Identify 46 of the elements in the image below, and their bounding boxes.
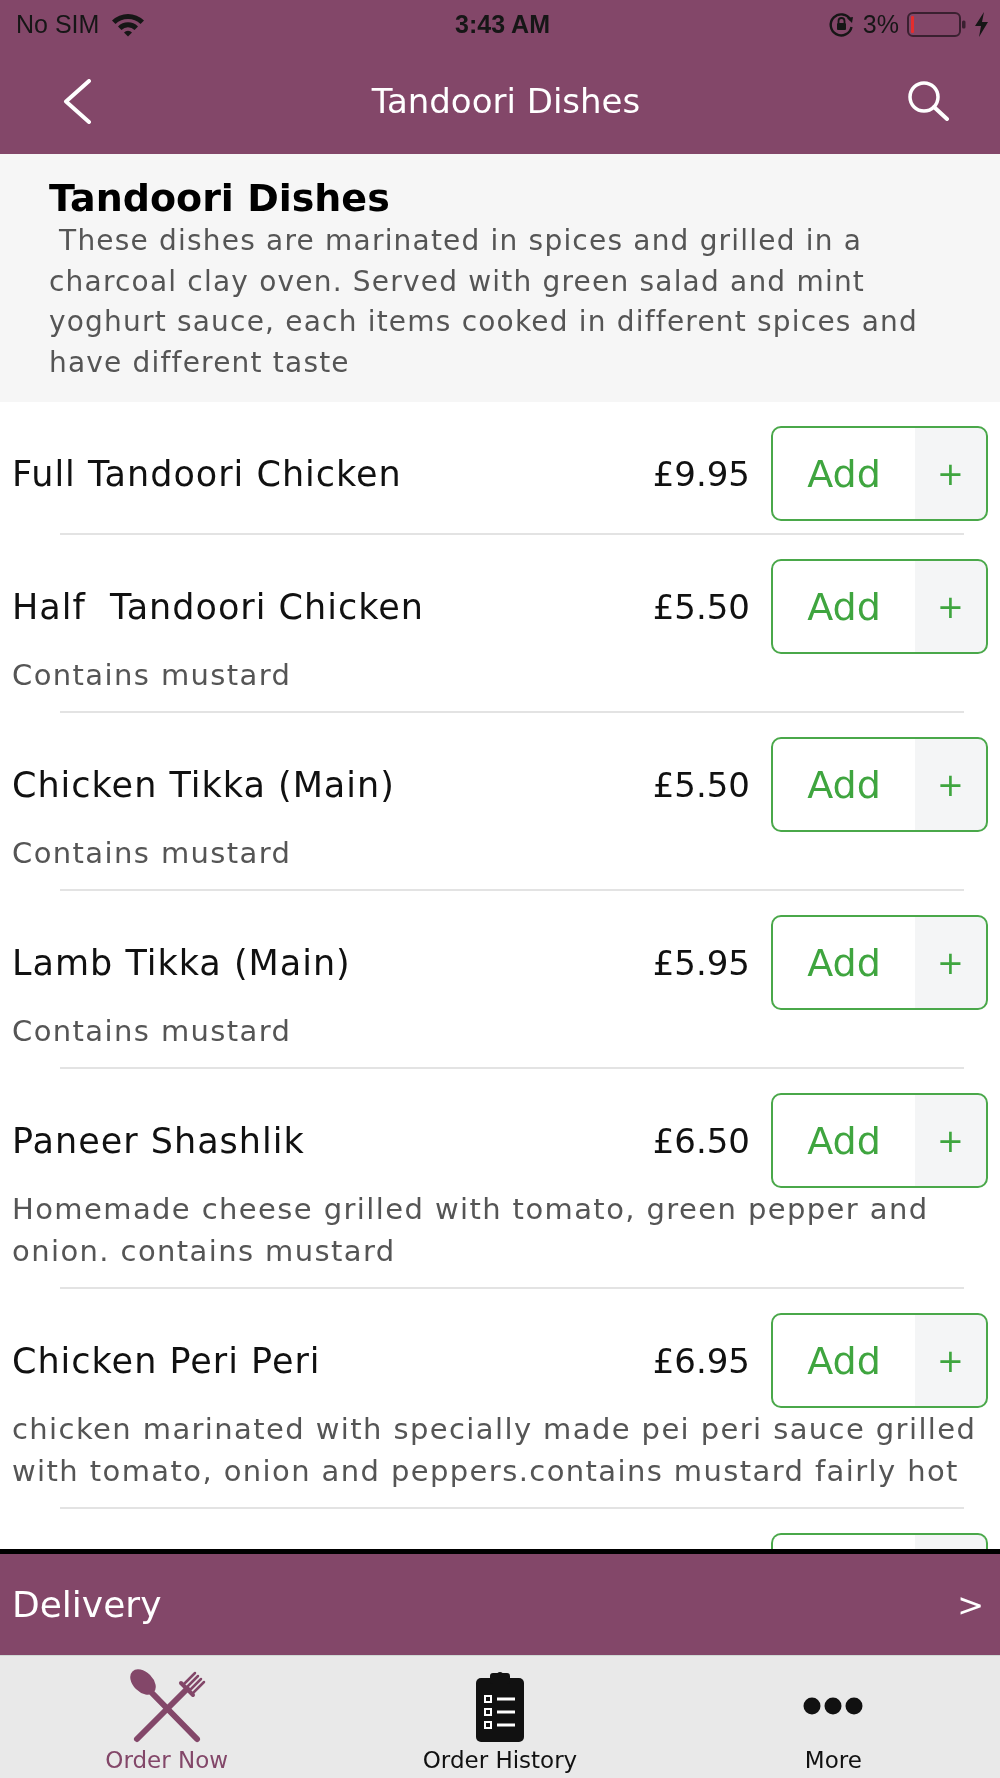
item-description: Contains mustard bbox=[12, 657, 293, 694]
item-description: Contains mustard bbox=[12, 1013, 293, 1050]
category-description: These dishes are marinated in spices and grilled in a charcoal clay oven. Served with green salad and mint yoghurt sauce, each items cooked in different spices and have different taste bbox=[49, 223, 919, 381]
search-icon bbox=[907, 81, 950, 121]
tab[interactable]: Order Now bbox=[0, 1656, 334, 1778]
delivery-bar[interactable]: Delivery > bbox=[0, 1549, 1000, 1655]
battery-icon bbox=[907, 11, 966, 37]
item-name: Paneer Shashlik bbox=[12, 1120, 306, 1161]
category-title: Tandoori Dishes bbox=[49, 175, 391, 221]
charging-bolt-icon bbox=[974, 11, 989, 37]
battery-percent-text: 3% bbox=[862, 9, 899, 39]
three-dots-icon bbox=[803, 1697, 864, 1715]
item-name: Lamb Tikka (Main) bbox=[12, 942, 352, 983]
add-button[interactable]: Add + bbox=[771, 737, 988, 832]
tab[interactable]: Order History bbox=[333, 1656, 667, 1778]
item-name: Chicken Peri Peri bbox=[12, 1340, 322, 1381]
add-button[interactable]: Add + bbox=[771, 1313, 988, 1408]
item-price: £5.50 bbox=[652, 764, 750, 805]
item-price: £6.50 bbox=[652, 1120, 750, 1161]
clock-text: 3:43 AM bbox=[455, 9, 550, 39]
item-name: Full Tandoori Chicken bbox=[12, 453, 403, 494]
carrier-text: No SIM bbox=[16, 9, 100, 39]
add-button[interactable]: Add + bbox=[771, 426, 988, 521]
item-name: Half Tandoori Chicken bbox=[12, 586, 425, 627]
arrow-text: > bbox=[957, 1585, 984, 1624]
wifi-icon bbox=[111, 11, 146, 37]
back-button[interactable] bbox=[62, 78, 92, 124]
delivery-label: Delivery bbox=[12, 1584, 162, 1625]
clipboard-list-icon bbox=[476, 1670, 524, 1742]
add-button[interactable]: Add + bbox=[771, 1093, 988, 1188]
item-name: Chicken Tikka (Main) bbox=[12, 764, 396, 805]
item-price: £6.95 bbox=[652, 1340, 750, 1381]
item-description: Contains mustard bbox=[12, 835, 293, 872]
item-description: Homemade cheese grilled with tomato, green pepper and onion. contains mustard bbox=[12, 1191, 930, 1270]
item-description: chicken marinated with specially made pei peri sauce grilled with tomato, onion and peppers.contains mustard fairly hot bbox=[12, 1411, 978, 1490]
chevron-left-icon bbox=[62, 78, 92, 124]
rotation-lock-icon bbox=[827, 10, 855, 38]
item-price: £5.50 bbox=[652, 586, 750, 627]
search-button[interactable] bbox=[907, 81, 950, 121]
add-button[interactable]: Add + bbox=[771, 915, 988, 1010]
add-button[interactable] bbox=[771, 1533, 988, 1549]
nav-title: Tandoori Dishes bbox=[371, 81, 641, 121]
item-price: £5.95 bbox=[652, 942, 750, 983]
tab[interactable]: More bbox=[666, 1656, 1000, 1778]
item-price: £9.95 bbox=[652, 453, 750, 494]
add-button[interactable]: Add + bbox=[771, 559, 988, 654]
